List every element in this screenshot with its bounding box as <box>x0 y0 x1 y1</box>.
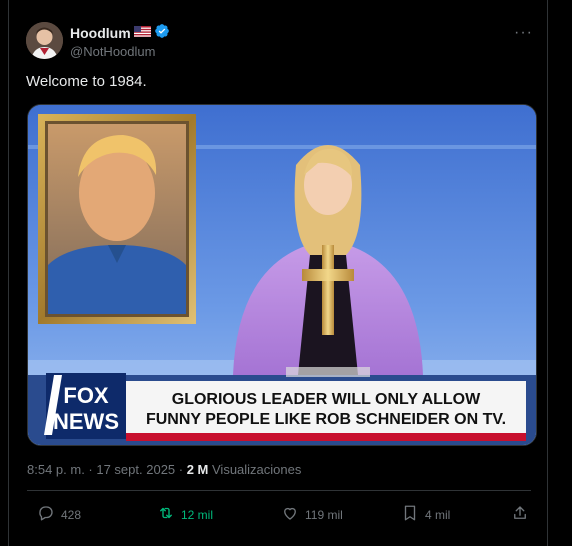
views-label: Visualizaciones <box>212 462 302 477</box>
verified-badge-icon[interactable] <box>154 23 170 44</box>
author-handle[interactable]: @NotHoodlum <box>70 44 170 59</box>
tweet-meta: 8:54 p. m. · 17 sept. 2025 · 2 M Visuali… <box>27 462 301 477</box>
portrait-frame <box>38 114 196 324</box>
divider <box>27 490 531 491</box>
svg-text:GLORIOUS LEADER WILL ONLY ALLO: GLORIOUS LEADER WILL ONLY ALLOW <box>172 391 481 408</box>
reply-icon <box>37 504 55 525</box>
svg-text:FOX: FOX <box>63 383 109 408</box>
repost-count: 12 mil <box>181 507 214 522</box>
share-button[interactable] <box>511 504 529 525</box>
display-name[interactable]: Hoodlum <box>70 25 131 41</box>
bookmark-count: 4 mil <box>425 507 451 522</box>
like-button[interactable]: 119 mil <box>281 504 343 525</box>
us-flag-icon <box>133 24 151 42</box>
fox-news-logo: FOX NEWS <box>44 373 126 439</box>
tweet-media-image[interactable]: FOX NEWS GLORIOUS LEADER WILL ONLY ALLOW… <box>27 104 537 446</box>
heart-icon <box>281 504 299 525</box>
reply-button[interactable]: 428 <box>37 504 81 525</box>
repost-icon <box>157 504 175 525</box>
more-options-icon[interactable]: ··· <box>514 24 533 42</box>
tweet-text: Welcome to 1984. <box>26 73 147 90</box>
author-names: Hoodlum @NotHoodlum <box>70 23 170 59</box>
svg-text:NEWS: NEWS <box>53 409 119 434</box>
tweet-timestamp[interactable]: 8:54 p. m. · 17 sept. 2025 · <box>27 462 187 477</box>
views-count: 2 M <box>186 462 209 477</box>
bookmark-icon <box>401 504 419 525</box>
tweet-card: Hoodlum @NotHoodlum ··· Welcome to 1984.… <box>8 0 548 546</box>
action-bar: 428 12 mil 119 mil 4 mil <box>27 504 533 526</box>
bookmark-button[interactable]: 4 mil <box>401 504 450 525</box>
tweet-header: Hoodlum @NotHoodlum ··· <box>26 22 533 62</box>
reply-count: 428 <box>61 507 82 522</box>
like-count: 119 mil <box>305 507 343 522</box>
repost-button[interactable]: 12 mil <box>157 504 213 525</box>
news-ticker: GLORIOUS LEADER WILL ONLY ALLOW FUNNY PE… <box>126 381 526 441</box>
svg-text:FUNNY PEOPLE LIKE ROB SCHNEIDE: FUNNY PEOPLE LIKE ROB SCHNEIDER ON TV. <box>146 411 506 428</box>
share-icon <box>511 504 529 525</box>
avatar[interactable] <box>26 22 63 59</box>
